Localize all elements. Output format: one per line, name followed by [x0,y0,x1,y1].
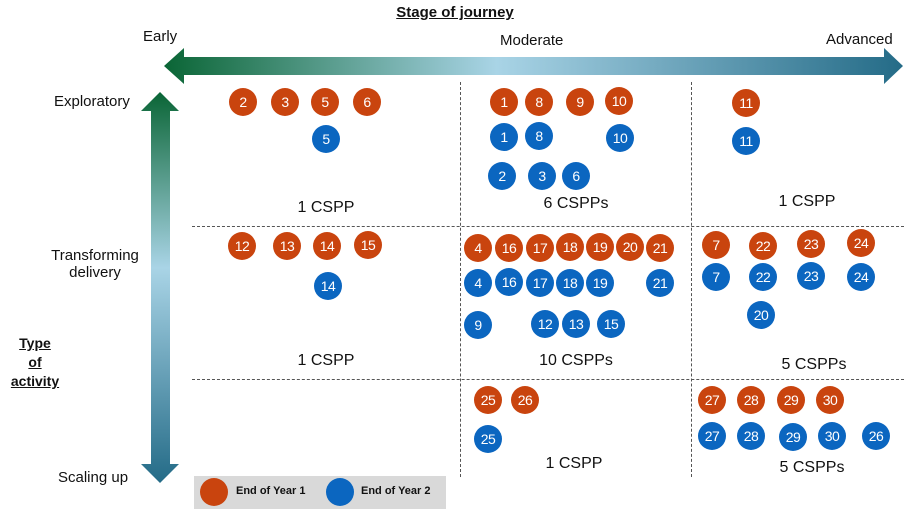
cspp-marker-year2-22: 22 [749,263,777,291]
cspp-marker-year2-29: 29 [779,423,807,451]
y-label-scaling: Scaling up [58,469,129,486]
cspp-marker-year1-23: 23 [797,230,825,258]
y-label-exploratory: Exploratory [54,93,130,110]
cspp-marker-year2-26: 26 [862,422,890,450]
cspp-marker-year2-13: 13 [562,310,590,338]
cspp-marker-year2-27: 27 [698,422,726,450]
grid-line-v1 [460,82,461,477]
cspp-marker-year1-13: 13 [273,232,301,260]
cspp-marker-year1-10: 10 [605,87,633,115]
cspp-marker-year1-17: 17 [526,234,554,262]
cspp-marker-year1-27: 27 [698,386,726,414]
grid-line-h1 [192,226,904,227]
cspp-marker-year2-9: 9 [464,311,492,339]
cspp-marker-year2-7: 7 [702,263,730,291]
vertical-double-arrow [141,92,179,483]
cspp-marker-year2-17: 17 [526,269,554,297]
x-label-moderate: Moderate [500,32,564,49]
cspp-marker-year1-9: 9 [566,88,594,116]
cspp-marker-year2-20: 20 [747,301,775,329]
cell-count: 1 CSPP [778,193,836,210]
cspp-marker-year2-8: 8 [525,122,553,150]
cspp-marker-year1-4: 4 [464,234,492,262]
cspp-marker-year2-5: 5 [312,125,340,153]
legend-swatch-year1 [200,478,228,506]
cell-count: 1 CSPP [297,199,355,216]
cell-count: 1 CSPP [297,352,355,369]
cspp-marker-year2-10: 10 [606,124,634,152]
cspp-marker-year2-3: 3 [528,162,556,190]
x-label-advanced: Advanced [826,31,893,48]
cspp-marker-year1-7: 7 [702,231,730,259]
y-axis-title: Type of activity [0,334,70,391]
cspp-marker-year1-6: 6 [353,88,381,116]
cspp-marker-year1-8: 8 [525,88,553,116]
y-label-transforming: Transforming delivery [51,247,139,281]
cspp-marker-year1-21: 21 [646,234,674,262]
x-label-early: Early [143,28,178,45]
legend-label-year2: End of Year 2 [361,485,431,497]
cspp-marker-year2-24: 24 [847,263,875,291]
cell-count: 10 CSPPs [539,352,613,369]
y-axis-title-line: of [28,354,42,370]
legend-label-year1: End of Year 1 [236,485,306,497]
cspp-marker-year1-18: 18 [556,233,584,261]
cspp-marker-year2-18: 18 [556,269,584,297]
cspp-marker-year1-30: 30 [816,386,844,414]
cspp-marker-year2-19: 19 [586,269,614,297]
cspp-marker-year2-6: 6 [562,162,590,190]
cell-count: 5 CSPPs [781,356,847,373]
cspp-marker-year2-11: 11 [732,127,760,155]
cspp-marker-year1-1: 1 [490,88,518,116]
cspp-marker-year1-12: 12 [228,232,256,260]
cspp-marker-year1-15: 15 [354,231,382,259]
cspp-marker-year1-28: 28 [737,386,765,414]
cspp-marker-year1-16: 16 [495,234,523,262]
y-axis-title-line: Type [19,335,51,351]
cspp-marker-year2-16: 16 [495,268,523,296]
cspp-marker-year1-14: 14 [313,232,341,260]
grid-line-h2 [192,379,904,380]
cspp-marker-year2-14: 14 [314,272,342,300]
horizontal-double-arrow [164,48,903,84]
cspp-marker-year2-28: 28 [737,422,765,450]
cspp-marker-year2-25: 25 [474,425,502,453]
legend-swatch-year2 [326,478,354,506]
cspp-marker-year2-21: 21 [646,269,674,297]
cspp-marker-year2-12: 12 [531,310,559,338]
cspp-marker-year2-2: 2 [488,162,516,190]
y-axis-title-line: activity [10,373,60,389]
cspp-marker-year1-22: 22 [749,232,777,260]
cspp-marker-year2-1: 1 [490,123,518,151]
cspp-marker-year2-4: 4 [464,269,492,297]
cspp-marker-year2-30: 30 [818,422,846,450]
cspp-marker-year1-3: 3 [271,88,299,116]
cell-count: 1 CSPP [545,455,603,472]
cspp-marker-year1-11: 11 [732,89,760,117]
cspp-marker-year1-24: 24 [847,229,875,257]
grid-line-v2 [691,82,692,477]
cspp-marker-year1-5: 5 [311,88,339,116]
legend: End of Year 1 End of Year 2 [194,476,446,509]
cell-count: 6 CSPPs [543,195,609,212]
cspp-marker-year1-2: 2 [229,88,257,116]
cspp-marker-year2-15: 15 [597,310,625,338]
cell-count: 5 CSPPs [779,459,845,476]
cspp-marker-year1-26: 26 [511,386,539,414]
chart-title: Stage of journey [396,4,514,21]
cspp-marker-year2-23: 23 [797,262,825,290]
cspp-marker-year1-20: 20 [616,233,644,261]
cspp-marker-year1-19: 19 [586,233,614,261]
cspp-marker-year1-25: 25 [474,386,502,414]
cspp-marker-year1-29: 29 [777,386,805,414]
